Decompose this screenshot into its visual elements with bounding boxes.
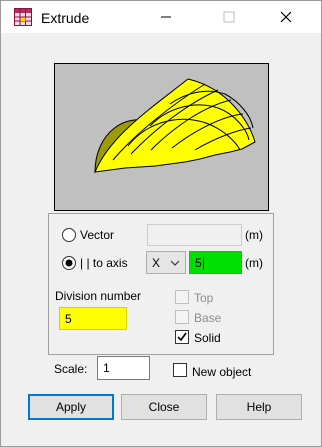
axis-radio[interactable]	[61, 255, 77, 271]
top-label: Top	[194, 291, 214, 305]
extrude-dialog: Extrude Vector (m) | | to axis X 5 (m) D…	[0, 0, 322, 447]
vector-label: Vector	[80, 228, 115, 242]
help-button[interactable]: Help	[216, 394, 302, 420]
close-icon[interactable]	[276, 7, 296, 27]
vector-field[interactable]	[147, 224, 242, 246]
axis-unit: (m)	[245, 256, 263, 270]
chevron-down-icon	[170, 260, 180, 266]
axis-select-value: X	[152, 255, 161, 270]
maximize-icon[interactable]	[219, 7, 239, 27]
extrude-preview	[54, 63, 269, 211]
solid-checkbox[interactable]	[175, 330, 189, 344]
direction-groupbox: Vector (m) | | to axis X 5 (m) Division …	[48, 213, 274, 355]
solid-label: Solid	[194, 331, 221, 345]
axis-select[interactable]: X	[146, 251, 186, 274]
text-caret	[202, 255, 204, 270]
grid-table-icon	[14, 8, 32, 26]
top-checkbox[interactable]	[175, 290, 189, 304]
division-number-field[interactable]: 5	[59, 307, 127, 330]
close-button[interactable]: Close	[121, 394, 207, 420]
base-label: Base	[194, 311, 222, 325]
checkmark-icon	[177, 332, 187, 342]
vector-radio[interactable]	[61, 227, 77, 243]
division-label: Division number	[55, 289, 142, 303]
new-object-label: New object	[192, 365, 252, 379]
minimize-icon[interactable]	[156, 7, 176, 27]
title-bar: Extrude	[1, 1, 321, 33]
vector-unit: (m)	[245, 228, 263, 242]
axis-label: | | to axis	[80, 256, 128, 270]
extruded-shape-image	[94, 78, 256, 174]
base-checkbox[interactable]	[175, 310, 189, 324]
axis-value-field[interactable]: 5	[189, 251, 242, 274]
axis-value-text: 5	[195, 255, 202, 270]
scale-field[interactable]: 1	[97, 356, 150, 380]
window-title: Extrude	[41, 10, 90, 26]
new-object-checkbox[interactable]	[173, 363, 187, 377]
scale-label: Scale:	[54, 362, 88, 376]
apply-button[interactable]: Apply	[28, 394, 114, 420]
